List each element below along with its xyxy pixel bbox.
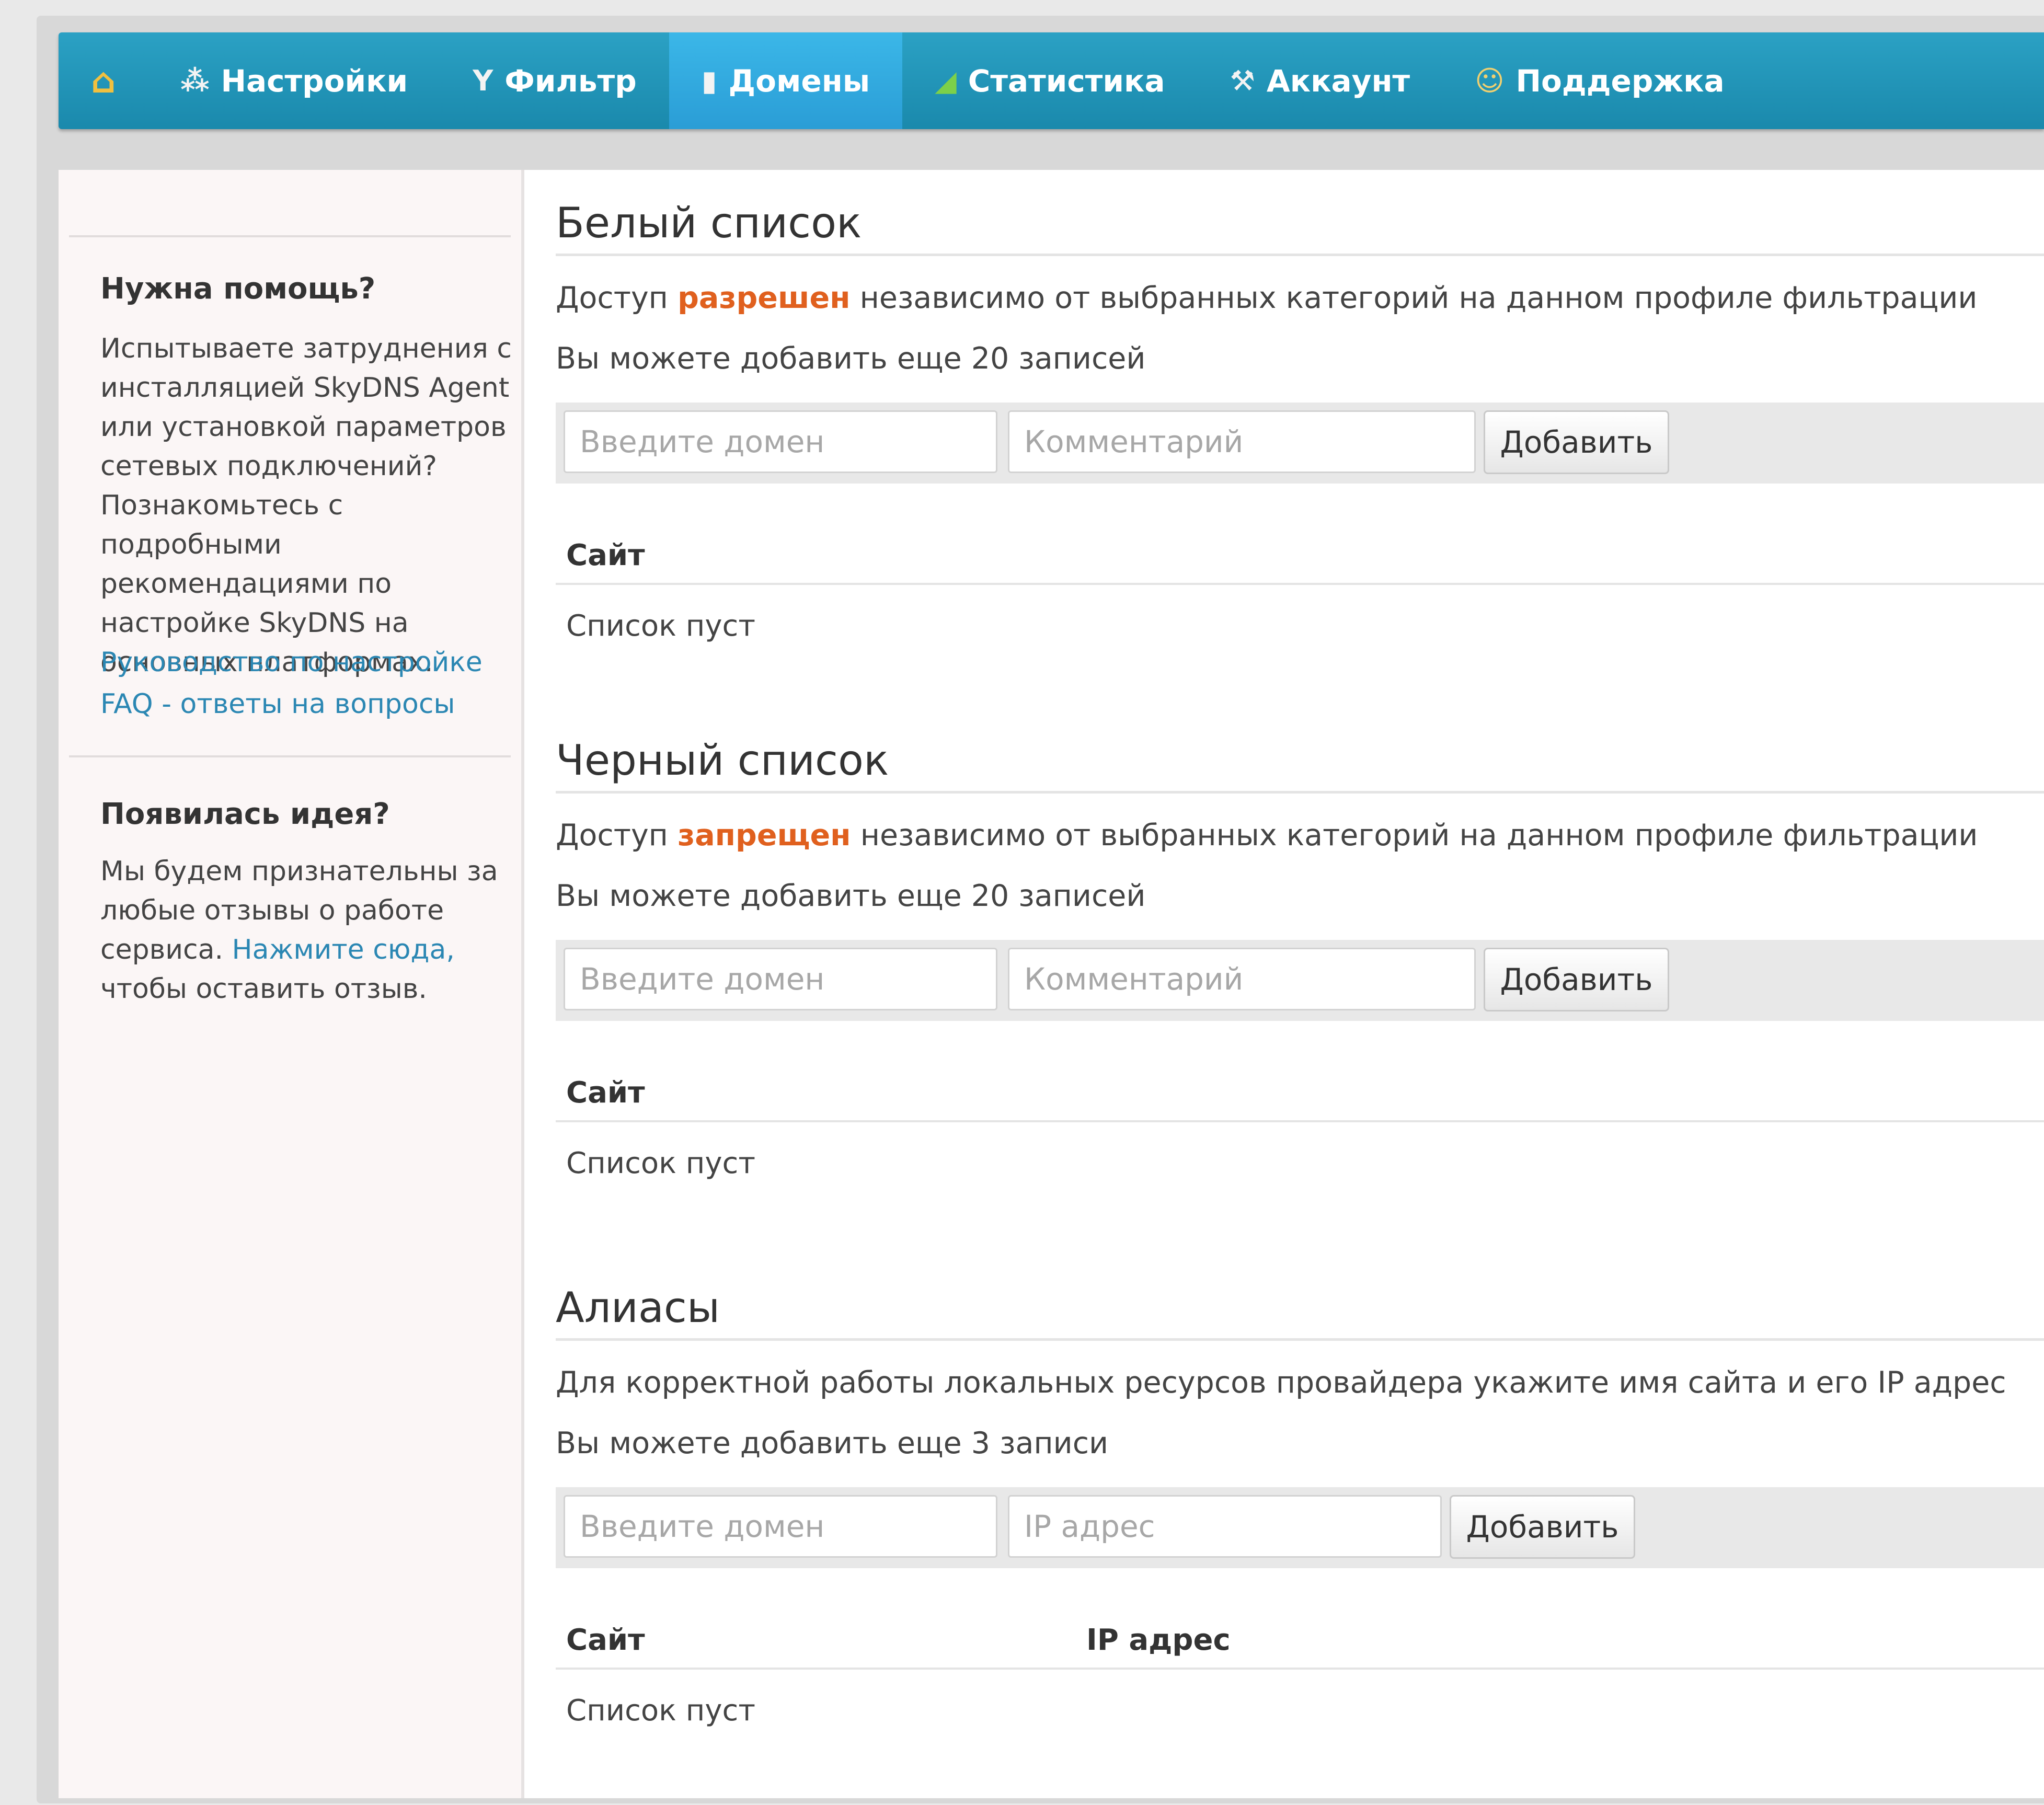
nav-statistics[interactable]: ◢ Статистика xyxy=(902,32,1197,129)
whitelist-comment-input[interactable] xyxy=(1008,410,1476,473)
user-icon: ☺ xyxy=(1475,64,1505,97)
table-divider xyxy=(556,1668,2044,1670)
nav-home[interactable]: ⌂ xyxy=(59,32,148,129)
nav-support[interactable]: ☺ Поддержка xyxy=(1442,32,1756,129)
aliases-domain-input[interactable] xyxy=(564,1495,997,1558)
desc-highlight-denied: запрещен xyxy=(677,818,851,853)
blacklist-add-button[interactable]: Добавить xyxy=(1484,948,1669,1011)
whitelist-form: Добавить xyxy=(556,403,2044,484)
desc-prefix: Доступ xyxy=(556,281,668,315)
nav-statistics-label: Статистика xyxy=(968,63,1165,99)
help-text: Испытываете затруднения с инсталляцией S… xyxy=(100,333,512,678)
wrench-icon: ⚒ xyxy=(1230,64,1255,97)
nav-domains[interactable]: ▮ Домены xyxy=(669,32,903,129)
desc-suffix: независимо от выбранных категорий на дан… xyxy=(859,281,1978,315)
whitelist-add-button[interactable]: Добавить xyxy=(1484,410,1669,474)
sidebar: Нужна помощь? Испытываете затруднения с … xyxy=(59,170,524,1798)
blacklist-empty: Список пуст xyxy=(566,1146,755,1180)
aliases-col-ip: IP адрес xyxy=(1086,1623,1231,1657)
sidebar-divider xyxy=(69,755,511,757)
aliases-remaining: Вы можете добавить еще 3 записи xyxy=(556,1426,1109,1461)
table-divider xyxy=(556,1120,2044,1122)
desc-suffix: независимо от выбранных категорий на дан… xyxy=(860,818,1978,853)
blacklist-domain-input[interactable] xyxy=(564,948,997,1010)
aliases-col-site: Сайт xyxy=(566,1623,645,1657)
whitelist-empty: Список пуст xyxy=(566,609,755,643)
idea-text-end: чтобы оставить отзыв. xyxy=(100,973,427,1005)
blacklist-remaining: Вы можете добавить еще 20 записей xyxy=(556,879,1146,913)
chart-icon: ◢ xyxy=(935,64,957,97)
faq-link[interactable]: FAQ - ответы на вопросы xyxy=(100,685,519,724)
blacklist-title: Черный список xyxy=(556,736,889,785)
guide-link[interactable]: Руководство по настройке xyxy=(100,643,519,682)
whitelist-remaining: Вы можете добавить еще 20 записей xyxy=(556,341,1146,376)
home-icon: ⌂ xyxy=(91,60,116,101)
desc-prefix: Доступ xyxy=(556,818,668,853)
aliases-title: Алиасы xyxy=(556,1283,720,1332)
section-divider xyxy=(556,791,2044,794)
whitelist-title: Белый список xyxy=(556,199,862,247)
aliases-add-button[interactable]: Добавить xyxy=(1450,1495,1635,1559)
section-divider xyxy=(556,1338,2044,1341)
filter-icon: Y xyxy=(473,64,493,97)
idea-title: Появилась идея? xyxy=(100,797,390,831)
idea-text: Мы будем признательны за любые отзывы о … xyxy=(100,852,519,1009)
nav-account[interactable]: ⚒ Аккаунт xyxy=(1198,32,1443,129)
whitelist-col-site: Сайт xyxy=(566,538,645,572)
whitelist-domain-input[interactable] xyxy=(564,410,997,473)
whitelist-description: Доступ разрешен независимо от выбранных … xyxy=(556,281,1977,315)
aliases-empty: Список пуст xyxy=(566,1694,755,1728)
desc-highlight-allowed: разрешен xyxy=(677,281,851,315)
main-content: Белый список Доступ разрешен независимо … xyxy=(524,170,2044,1798)
network-icon: ⁂ xyxy=(180,64,210,97)
nav-settings-label: Настройки xyxy=(221,63,408,99)
blacklist-description: Доступ запрещен независимо от выбранных … xyxy=(556,818,1978,853)
nav-support-label: Поддержка xyxy=(1515,63,1725,99)
nav-filter-label: Фильтр xyxy=(504,63,637,99)
sidebar-divider xyxy=(69,235,511,237)
feedback-link[interactable]: Нажмите сюда, xyxy=(232,934,455,965)
nav-domains-label: Домены xyxy=(728,63,870,99)
aliases-description: Для корректной работы локальных ресурсов… xyxy=(556,1365,2006,1400)
nav-account-label: Аккаунт xyxy=(1266,63,1410,99)
section-divider xyxy=(556,254,2044,256)
nav-filter[interactable]: Y Фильтр xyxy=(440,32,669,129)
aliases-ip-input[interactable] xyxy=(1008,1495,1442,1558)
document-icon: ▮ xyxy=(701,64,717,97)
help-title: Нужна помощь? xyxy=(100,272,376,306)
aliases-form: Добавить xyxy=(556,1487,2044,1568)
top-navbar: ⌂ ⁂ Настройки Y Фильтр ▮ Домены ◢ Статис… xyxy=(59,32,2044,129)
blacklist-comment-input[interactable] xyxy=(1008,948,1476,1010)
nav-settings[interactable]: ⁂ Настройки xyxy=(148,32,440,129)
blacklist-form: Добавить xyxy=(556,940,2044,1021)
table-divider xyxy=(556,583,2044,585)
blacklist-col-site: Сайт xyxy=(566,1076,645,1110)
